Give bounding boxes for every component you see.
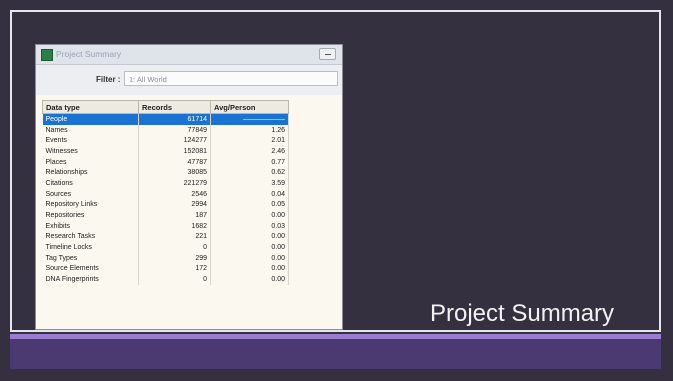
slide: Project Summary Filter : 1: All World Da… bbox=[0, 0, 673, 381]
minimize-button[interactable] bbox=[319, 48, 336, 60]
cell-avg-person: 0.00 bbox=[210, 210, 289, 221]
table-row[interactable]: Repositories 187 0.00 bbox=[42, 210, 289, 221]
cell-data-type: Exhibits bbox=[42, 220, 139, 232]
cell-avg-person: 2.46 bbox=[210, 146, 289, 157]
bottom-band bbox=[10, 339, 661, 369]
table-row[interactable]: Exhibits 1682 0.03 bbox=[42, 220, 289, 232]
filter-label: Filter : bbox=[96, 75, 121, 84]
cell-records: 172 bbox=[138, 263, 211, 275]
cell-avg-person: 0.00 bbox=[210, 252, 289, 264]
cell-records: 38085 bbox=[138, 167, 211, 179]
cell-avg-person: —————— bbox=[210, 113, 289, 125]
table-row[interactable]: Citations 221279 3.59 bbox=[42, 178, 289, 189]
cell-records: 2546 bbox=[138, 188, 211, 200]
cell-records: 187 bbox=[138, 210, 211, 221]
window-title: Project Summary bbox=[56, 49, 122, 59]
table-row[interactable]: Events 124277 2.01 bbox=[42, 135, 289, 147]
slide-title: Project Summary bbox=[430, 300, 615, 327]
cell-avg-person: 0.77 bbox=[210, 156, 289, 168]
column-header-records[interactable]: Records bbox=[138, 100, 211, 114]
table-row[interactable]: Names 77849 1.26 bbox=[42, 124, 289, 136]
cell-records: 221279 bbox=[138, 178, 211, 189]
table-row[interactable]: Tag Types 299 0.00 bbox=[42, 252, 289, 264]
cell-records: 152081 bbox=[138, 146, 211, 157]
cell-data-type: Citations bbox=[42, 178, 139, 189]
cell-avg-person: 0.00 bbox=[210, 263, 289, 275]
table-row[interactable]: Sources 2546 0.04 bbox=[42, 188, 289, 200]
filter-bar: Filter : 1: All World bbox=[36, 65, 342, 95]
cell-records: 0 bbox=[138, 274, 211, 285]
cell-avg-person: 0.00 bbox=[210, 242, 289, 253]
cell-data-type: Repository Links bbox=[42, 199, 139, 211]
cell-records: 61714 bbox=[138, 113, 211, 125]
cell-records: 1682 bbox=[138, 220, 211, 232]
cell-data-type: Witnesses bbox=[42, 146, 139, 157]
cell-records: 47787 bbox=[138, 156, 211, 168]
cell-data-type: Repositories bbox=[42, 210, 139, 221]
cell-avg-person: 0.03 bbox=[210, 220, 289, 232]
table-row[interactable]: Witnesses 152081 2.46 bbox=[42, 146, 289, 157]
cell-records: 0 bbox=[138, 242, 211, 253]
cell-records: 124277 bbox=[138, 135, 211, 147]
cell-avg-person: 2.01 bbox=[210, 135, 289, 147]
cell-data-type: DNA Fingerprints bbox=[42, 274, 139, 285]
cell-data-type: Places bbox=[42, 156, 139, 168]
cell-data-type: Source Elements bbox=[42, 263, 139, 275]
cell-data-type: Names bbox=[42, 124, 139, 136]
table-row[interactable]: People 61714 —————— bbox=[42, 113, 289, 125]
cell-avg-person: 0.00 bbox=[210, 231, 289, 243]
cell-data-type: Tag Types bbox=[42, 252, 139, 264]
cell-avg-person: 0.62 bbox=[210, 167, 289, 179]
cell-avg-person: 0.05 bbox=[210, 199, 289, 211]
cell-data-type: Relationships bbox=[42, 167, 139, 179]
table-row[interactable]: Research Tasks 221 0.00 bbox=[42, 231, 289, 243]
cell-data-type: Research Tasks bbox=[42, 231, 139, 243]
cell-records: 221 bbox=[138, 231, 211, 243]
cell-avg-person: 3.59 bbox=[210, 178, 289, 189]
table-row[interactable]: Relationships 38085 0.62 bbox=[42, 167, 289, 179]
cell-avg-person: 0.00 bbox=[210, 274, 289, 285]
table-row[interactable]: Timeline Locks 0 0.00 bbox=[42, 242, 289, 253]
cell-records: 2994 bbox=[138, 199, 211, 211]
table-header-row: Data type Records Avg/Person bbox=[42, 100, 289, 114]
summary-table: Data type Records Avg/Person People 61714… bbox=[42, 100, 289, 285]
table-row[interactable]: Repository Links 2994 0.05 bbox=[42, 199, 289, 211]
cell-records: 77849 bbox=[138, 124, 211, 136]
column-header-avg-person[interactable]: Avg/Person bbox=[210, 100, 289, 114]
table-row[interactable]: Source Elements 172 0.00 bbox=[42, 263, 289, 275]
cell-data-type: People bbox=[42, 113, 139, 125]
filter-input[interactable]: 1: All World bbox=[124, 71, 338, 86]
cell-data-type: Events bbox=[42, 135, 139, 147]
cell-avg-person: 0.04 bbox=[210, 188, 289, 200]
table-row[interactable]: DNA Fingerprints 0 0.00 bbox=[42, 274, 289, 285]
cell-data-type: Sources bbox=[42, 188, 139, 200]
cell-avg-person: 1.26 bbox=[210, 124, 289, 136]
app-icon bbox=[41, 49, 53, 61]
project-summary-window: Project Summary Filter : 1: All World Da… bbox=[36, 45, 342, 329]
column-header-data-type[interactable]: Data type bbox=[42, 100, 139, 114]
cell-data-type: Timeline Locks bbox=[42, 242, 139, 253]
cell-records: 299 bbox=[138, 252, 211, 264]
table-row[interactable]: Places 47787 0.77 bbox=[42, 156, 289, 168]
window-titlebar[interactable]: Project Summary bbox=[36, 45, 342, 65]
